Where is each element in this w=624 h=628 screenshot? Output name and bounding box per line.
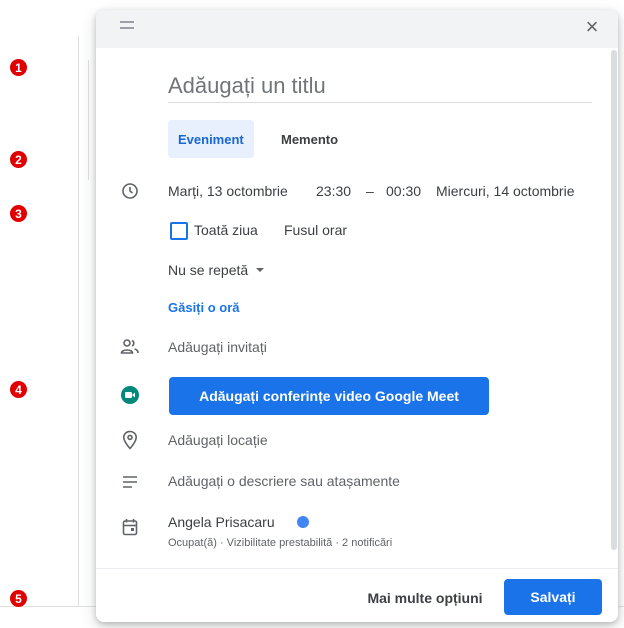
calendar-owner-name[interactable]: Angela Prisacaru [168, 514, 275, 530]
end-time[interactable]: 00:30 [386, 183, 421, 199]
calendar-details: Ocupat(ă) · Vizibilitate prestabilită · … [168, 537, 393, 549]
location-pin-icon [120, 430, 140, 450]
annotation-marker-1: 1 [10, 59, 27, 76]
notes-icon [120, 472, 140, 492]
repeat-dropdown[interactable]: Nu se repetă [168, 260, 265, 280]
event-dialog: × Eveniment Memento Marți, 13 octombrie … [96, 10, 618, 622]
more-options-button[interactable]: Mai multe opțiuni [358, 580, 492, 616]
annotation-marker-4: 4 [10, 381, 27, 398]
time-range-dash: – [366, 183, 374, 199]
drag-handle-icon[interactable] [120, 21, 134, 33]
tab-event[interactable]: Eveniment [168, 120, 254, 158]
title-input[interactable] [168, 70, 592, 103]
background-line [88, 60, 89, 180]
people-icon [120, 337, 140, 357]
add-google-meet-button[interactable]: Adăugați conferințe video Google Meet [169, 377, 489, 415]
add-guests-field[interactable]: Adăugați invitați [168, 339, 267, 355]
start-date[interactable]: Marți, 13 octombrie [168, 183, 288, 199]
calendar-icon [120, 517, 140, 537]
footer-divider [96, 568, 618, 569]
chevron-down-icon [256, 268, 265, 272]
close-icon[interactable]: × [578, 13, 606, 41]
annotation-marker-5: 5 [10, 590, 27, 607]
scrollbar[interactable] [611, 50, 617, 550]
start-time[interactable]: 23:30 [316, 183, 351, 199]
save-button[interactable]: Salvați [504, 579, 602, 615]
google-meet-icon [120, 385, 140, 405]
repeat-label: Nu se repetă [168, 262, 249, 278]
add-description-field[interactable]: Adăugați o descriere sau atașamente [168, 473, 400, 489]
timezone-link[interactable]: Fusul orar [284, 222, 347, 238]
dialog-header[interactable]: × [96, 10, 618, 48]
clock-icon [120, 181, 140, 201]
annotation-marker-3: 3 [10, 205, 27, 222]
calendar-color-dot[interactable] [297, 516, 309, 528]
all-day-label[interactable]: Toată ziua [194, 222, 258, 238]
end-date[interactable]: Miercuri, 14 octombrie [436, 183, 575, 199]
background-line [78, 36, 79, 606]
all-day-checkbox[interactable] [170, 222, 188, 240]
tab-reminder[interactable]: Memento [271, 120, 348, 158]
find-time-link[interactable]: Găsiți o oră [168, 300, 240, 315]
annotation-marker-2: 2 [10, 151, 27, 168]
add-location-field[interactable]: Adăugați locație [168, 432, 268, 448]
